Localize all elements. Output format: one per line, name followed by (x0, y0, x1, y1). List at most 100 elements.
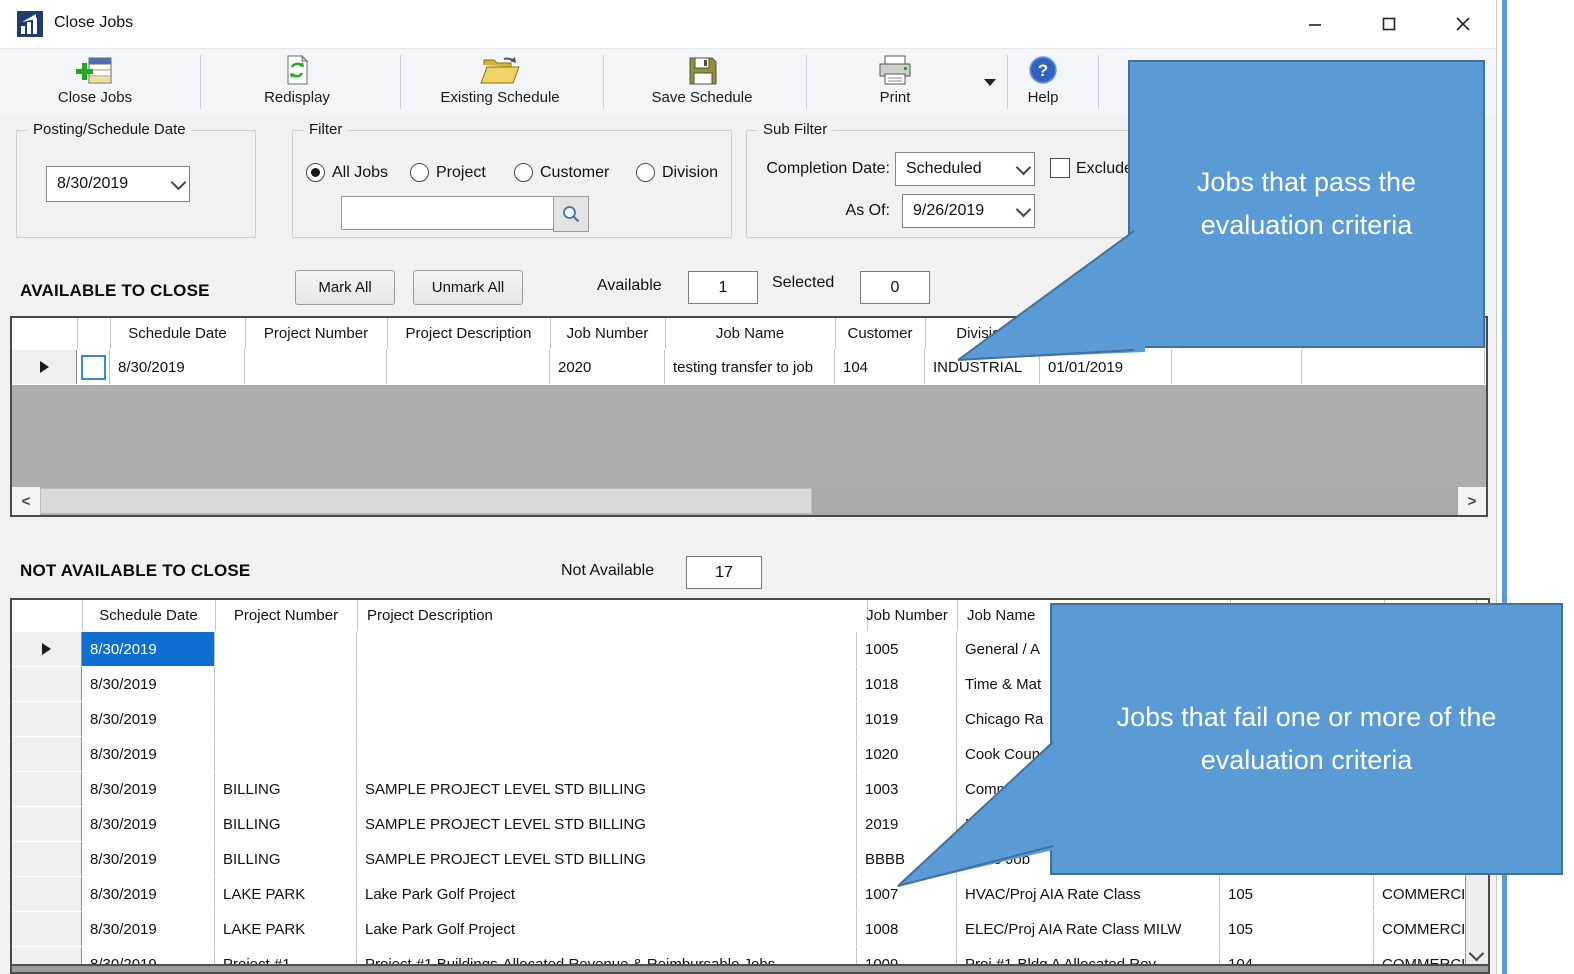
column-header[interactable]: Job Number (857, 600, 958, 631)
table-cell[interactable]: 8/30/2019 (82, 807, 215, 841)
table-cell[interactable]: 105 (1220, 912, 1374, 946)
table-cell[interactable]: 8/30/2019 (82, 667, 215, 701)
table-cell[interactable]: Lake Park Golf Project (357, 877, 857, 911)
table-cell[interactable]: 1005 (857, 632, 957, 666)
close-button[interactable] (1440, 6, 1486, 42)
table-row[interactable]: 8/30/2019 LAKE PARK Lake Park Golf Proje… (12, 877, 1488, 913)
table-cell[interactable]: 01/01/2019 (1040, 350, 1172, 384)
row-selector[interactable] (12, 737, 82, 771)
table-cell[interactable]: 1019 (857, 702, 957, 736)
table-cell[interactable]: BILLING (215, 842, 357, 876)
radio-customer[interactable]: Customer (514, 163, 609, 182)
mark-all-button[interactable]: Mark All (295, 270, 395, 305)
table-cell[interactable]: 8/30/2019 (82, 702, 215, 736)
table-cell[interactable]: ELEC/Proj AIA Rate Class MILW (957, 912, 1220, 946)
row-selector[interactable] (12, 912, 82, 946)
table-cell[interactable]: BILLING (215, 807, 357, 841)
table-cell[interactable]: 2020 (550, 350, 665, 384)
table-cell[interactable]: 2019 (857, 807, 957, 841)
table-cell[interactable]: BBBB (857, 842, 957, 876)
table-cell[interactable]: 8/30/2019 (82, 772, 215, 806)
table-cell[interactable]: SAMPLE PROJECT LEVEL STD BILLING (357, 807, 857, 841)
radio-division[interactable]: Division (636, 163, 718, 182)
table-cell[interactable] (387, 350, 550, 384)
table-cell[interactable] (357, 702, 857, 736)
table-cell[interactable]: LAKE PARK (215, 912, 357, 946)
column-header[interactable]: Job Number (550, 318, 666, 349)
table-cell[interactable] (357, 737, 857, 771)
table-cell[interactable]: 1003 (857, 772, 957, 806)
scrollbar-thumb[interactable] (40, 488, 812, 514)
as-of-combobox[interactable]: 9/26/2019 (902, 194, 1035, 228)
column-header[interactable]: Customer (835, 318, 926, 349)
help-button[interactable]: ? Help (1008, 51, 1078, 113)
column-header[interactable]: Schedule Date (110, 318, 246, 349)
column-header[interactable]: Project Description (387, 318, 551, 349)
table-cell[interactable]: 8/30/2019 (82, 842, 215, 876)
table-cell[interactable] (215, 702, 357, 736)
redisplay-button[interactable]: Redisplay (237, 51, 357, 113)
table-cell[interactable]: 8/30/2019 (110, 350, 245, 384)
table-cell[interactable]: 105 (1220, 877, 1374, 911)
row-selector[interactable] (12, 772, 82, 806)
table-cell[interactable]: SAMPLE PROJECT LEVEL STD BILLING (357, 842, 857, 876)
row-checkbox-cell[interactable] (77, 350, 110, 384)
table-cell[interactable]: COMMERCIAL (1374, 877, 1466, 911)
minimize-button[interactable] (1292, 6, 1338, 42)
table-cell[interactable] (245, 350, 387, 384)
horizontal-scrollbar[interactable]: < > (12, 487, 1486, 515)
scroll-right-button[interactable]: > (1458, 487, 1486, 515)
horizontal-scrollbar[interactable] (12, 964, 1488, 972)
save-schedule-button[interactable]: Save Schedule (632, 51, 772, 113)
table-cell-empty[interactable] (1172, 350, 1302, 384)
table-row[interactable]: 8/30/2019 LAKE PARK Lake Park Golf Proje… (12, 912, 1488, 948)
print-dropdown-arrow[interactable] (984, 79, 996, 86)
posting-date-combobox[interactable]: 8/30/2019 (46, 166, 190, 202)
row-selector[interactable] (12, 877, 82, 911)
row-selector[interactable] (12, 350, 77, 384)
table-cell[interactable]: 1007 (857, 877, 957, 911)
column-header[interactable]: Schedule Date (82, 600, 216, 631)
close-jobs-button[interactable]: Close Jobs (35, 51, 155, 113)
row-selector[interactable] (12, 702, 82, 736)
column-header[interactable]: Division (925, 318, 1041, 349)
maximize-button[interactable] (1366, 6, 1412, 42)
column-header[interactable]: Project Number (215, 600, 358, 631)
table-cell[interactable] (215, 737, 357, 771)
column-header[interactable]: Job Name (665, 318, 836, 349)
row-selector[interactable] (12, 667, 82, 701)
column-header[interactable]: Project Description (357, 600, 868, 631)
column-header[interactable]: Project Number (245, 318, 388, 349)
table-cell[interactable]: 8/30/2019 (82, 737, 215, 771)
filter-search-input[interactable] (341, 196, 555, 230)
table-cell[interactable]: COMMERCIAL (1374, 912, 1466, 946)
table-cell[interactable]: 1020 (857, 737, 957, 771)
table-cell[interactable]: 8/30/2019 (82, 877, 215, 911)
table-cell-selected[interactable]: 8/30/2019 (82, 632, 215, 666)
table-cell[interactable]: INDUSTRIAL (925, 350, 1040, 384)
radio-all-jobs[interactable]: All Jobs (306, 163, 388, 182)
print-button[interactable]: Print (840, 51, 950, 113)
table-cell-empty[interactable] (1302, 350, 1485, 384)
radio-project[interactable]: Project (410, 163, 486, 182)
table-cell[interactable]: Lake Park Golf Project (357, 912, 857, 946)
table-cell[interactable] (215, 667, 357, 701)
table-cell[interactable]: testing transfer to job (665, 350, 835, 384)
existing-schedule-button[interactable]: Existing Schedule (420, 51, 580, 113)
scroll-left-button[interactable]: < (12, 487, 40, 515)
table-cell[interactable]: SAMPLE PROJECT LEVEL STD BILLING (357, 772, 857, 806)
row-selector[interactable] (12, 807, 82, 841)
table-cell[interactable]: HVAC/Proj AIA Rate Class (957, 877, 1220, 911)
table-cell[interactable]: 104 (835, 350, 925, 384)
table-cell[interactable]: 1008 (857, 912, 957, 946)
exclude-checkbox[interactable] (1050, 158, 1070, 178)
table-cell[interactable]: 1018 (857, 667, 957, 701)
table-row[interactable]: 8/30/2019 2020 testing transfer to job 1… (12, 350, 1486, 386)
row-selector[interactable] (12, 632, 82, 666)
table-cell[interactable]: LAKE PARK (215, 877, 357, 911)
table-cell[interactable] (357, 632, 857, 666)
completion-date-combobox[interactable]: Scheduled (895, 152, 1035, 186)
table-cell[interactable] (357, 667, 857, 701)
table-cell[interactable]: BILLING (215, 772, 357, 806)
search-button[interactable] (553, 196, 589, 232)
